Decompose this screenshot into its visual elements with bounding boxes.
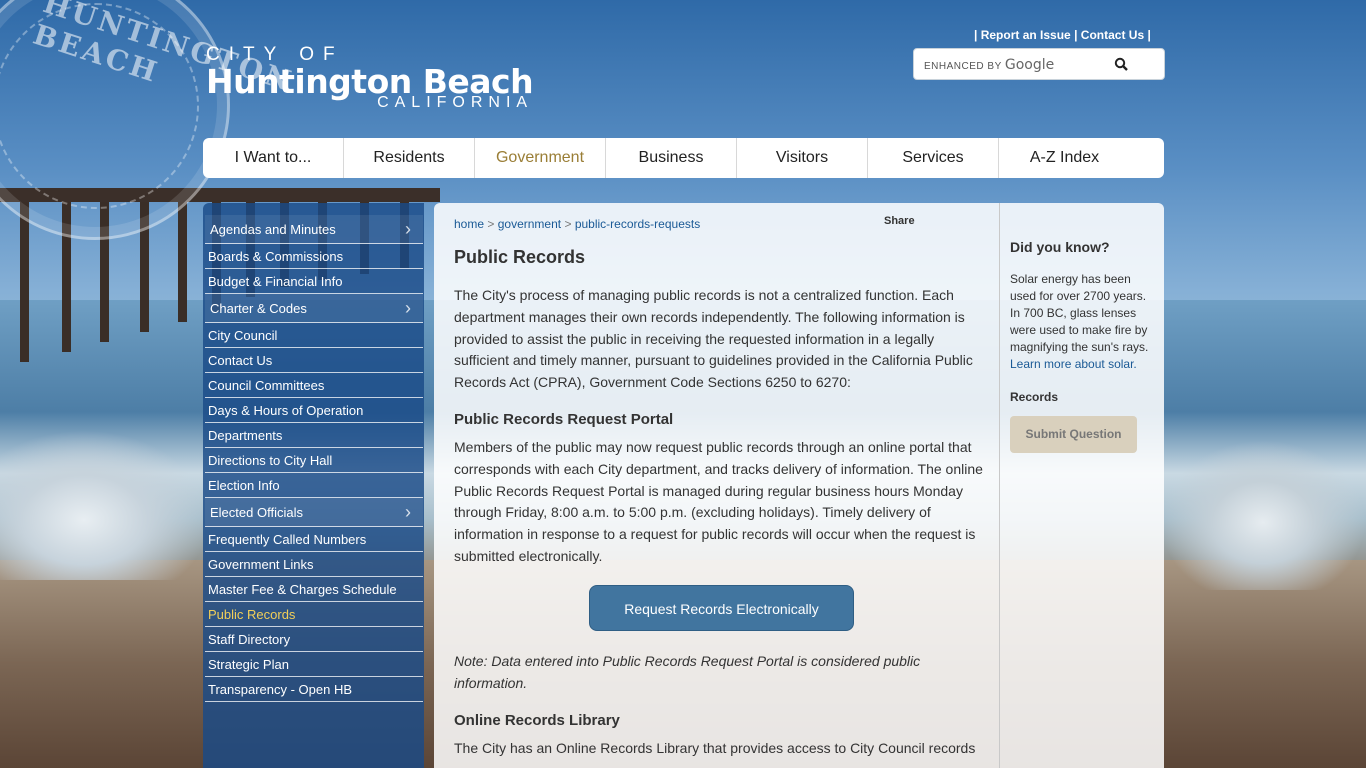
breadcrumb-government[interactable]: government [498,217,561,231]
breadcrumb-separator: > [564,217,572,231]
sidebar-item-city-council[interactable]: City Council [205,323,423,348]
sidebar-item-label: Agendas and Minutes [210,222,336,237]
learn-more-solar-link[interactable]: Learn more about solar. [1010,357,1137,371]
sidebar-item-contact-us[interactable]: Contact Us [205,348,423,373]
chevron-right-icon[interactable]: › [405,215,411,244]
sidebar-item-days-hours[interactable]: Days & Hours of Operation [205,398,423,423]
nav-business[interactable]: Business [606,138,737,178]
breadcrumb-separator: > [487,217,495,231]
sidebar-item-frequently-called-numbers[interactable]: Frequently Called Numbers [205,527,423,552]
sidebar-item-label: Charter & Codes [210,301,307,316]
utility-separator: | [1147,28,1151,42]
sidebar-item-budget-financial-info[interactable]: Budget & Financial Info [205,269,423,294]
sidebar-item-directions[interactable]: Directions to City Hall [205,448,423,473]
utility-separator: | [974,28,978,42]
breadcrumb-current[interactable]: public-records-requests [575,217,700,231]
sidebar-nav: Agendas and Minutes › Boards & Commissio… [203,203,424,768]
right-rail: Did you know? Solar energy has been used… [1000,203,1164,768]
sidebar-item-elected-officials[interactable]: Elected Officials › [205,498,423,527]
main-nav: I Want to... Residents Government Busine… [203,138,1164,178]
sidebar-item-departments[interactable]: Departments [205,423,423,448]
search-button[interactable] [1110,53,1134,77]
contact-us-link[interactable]: Contact Us [1081,28,1144,42]
fact-text: Solar energy has been used for over 2700… [1010,272,1149,354]
submit-question-button[interactable]: Submit Question [1010,416,1137,453]
sidebar-item-transparency[interactable]: Transparency - Open HB [205,677,423,702]
sidebar-item-agendas-and-minutes[interactable]: Agendas and Minutes › [205,215,423,244]
breadcrumb-home[interactable]: home [454,217,484,231]
sidebar-item-government-links[interactable]: Government Links [205,552,423,577]
intro-paragraph: The City's process of managing public re… [454,287,973,391]
did-you-know-text: Solar energy has been used for over 2700… [1010,271,1156,373]
chevron-right-icon[interactable]: › [405,498,411,527]
search-box: ENHANCED BY Google [913,48,1165,80]
report-issue-link[interactable]: Report an Issue [981,28,1071,42]
nav-residents[interactable]: Residents [344,138,475,178]
library-paragraph: The City has an Online Records Library t… [454,740,976,756]
library-heading: Online Records Library [454,712,620,729]
sidebar-item-election-info[interactable]: Election Info [205,473,423,498]
main-content: home > government > public-records-reque… [434,203,1000,768]
page-title: Public Records [454,247,586,267]
utility-separator: | [1074,28,1078,42]
request-records-button[interactable]: Request Records Electronically [589,585,854,631]
sidebar-item-council-committees[interactable]: Council Committees [205,373,423,398]
did-you-know-title: Did you know? [1010,239,1110,255]
sidebar-item-strategic-plan[interactable]: Strategic Plan [205,652,423,677]
nav-government[interactable]: Government [475,138,606,178]
portal-heading: Public Records Request Portal [454,411,674,428]
nav-services[interactable]: Services [868,138,999,178]
records-label: Records [1010,390,1059,404]
nav-i-want-to[interactable]: I Want to... [203,138,344,178]
portal-paragraph: Members of the public may now request pu… [454,439,983,564]
breadcrumb: home > government > public-records-reque… [454,217,700,231]
nav-a-z-index[interactable]: A-Z Index [999,138,1130,178]
nav-visitors[interactable]: Visitors [737,138,868,178]
sidebar-item-label: Elected Officials [210,505,303,520]
sidebar-item-public-records[interactable]: Public Records [205,602,423,627]
share-button[interactable]: Share [884,215,915,227]
chevron-right-icon[interactable]: › [405,294,411,323]
sidebar-item-charter-codes[interactable]: Charter & Codes › [205,294,423,323]
portal-note: Note: Data entered into Public Records R… [454,653,921,691]
utility-links: | Report an Issue | Contact Us | [974,28,1151,42]
search-icon [1114,57,1128,71]
sidebar-item-master-fee-schedule[interactable]: Master Fee & Charges Schedule [205,577,423,602]
sidebar-item-boards-commissions[interactable]: Boards & Commissions [205,244,423,269]
city-logo[interactable]: CITY OF Huntington Beach CALIFORNIA [206,44,534,112]
background-wave [0,430,210,580]
search-input[interactable] [922,55,1102,75]
background-wave [1160,440,1366,590]
sidebar-item-staff-directory[interactable]: Staff Directory [205,627,423,652]
